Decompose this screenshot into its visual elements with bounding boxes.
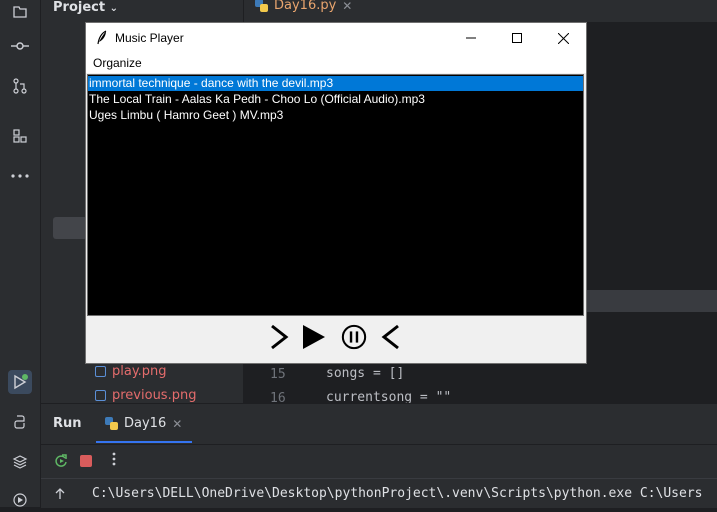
file-item[interactable]: play.png [95,364,167,379]
pause-button[interactable] [341,322,367,352]
close-icon[interactable]: ✕ [342,0,352,13]
title-bar[interactable]: Music Player [86,23,586,53]
tree-row-highlight[interactable] [53,217,87,239]
divider [41,478,717,479]
next-button[interactable] [266,322,292,352]
project-icon[interactable] [8,0,32,24]
file-item[interactable]: previous.png [95,388,196,403]
chevron-down-icon: ⌄ [109,3,118,14]
play-button[interactable] [301,322,327,352]
menu-organize[interactable]: Organize [93,56,142,70]
divider [41,444,717,445]
next-icon [271,324,289,350]
close-icon[interactable]: ✕ [172,417,182,431]
run-icon[interactable] [8,370,32,394]
editor-tab-label: Day16.py [274,0,337,13]
feather-icon [97,30,107,45]
editor-tab-day16[interactable]: Day16.py ✕ [255,0,352,13]
music-player-window: Music Player Organize immortal technique… [86,23,586,363]
playlist-item[interactable]: immortal technique - dance with the devi… [88,76,583,91]
caret-row-highlight [585,290,717,312]
more-icon[interactable] [8,164,32,188]
active-tab-indicator [96,441,192,443]
project-header[interactable]: Project ⌄ [53,0,118,15]
file-name: previous.png [112,388,197,403]
menu-bar: Organize [86,53,586,73]
player-controls [86,317,586,363]
playlist-item[interactable]: Uges Limbu ( Hamro Geet ) MV.mp3 [88,108,583,123]
more-vertical-icon[interactable] [112,452,116,470]
python-console-icon[interactable] [8,410,32,434]
minimize-icon [466,37,476,39]
services-icon[interactable] [8,488,32,512]
image-file-icon [95,390,106,401]
project-header-label: Project [53,0,106,15]
code-line[interactable]: songs = [] [326,366,404,381]
close-button[interactable] [540,23,586,53]
scroll-up-icon[interactable] [54,488,66,504]
run-panel-title: Run [53,416,82,431]
layers-icon[interactable] [8,450,32,474]
commit-icon[interactable] [8,34,32,58]
maximize-button[interactable] [494,23,540,53]
maximize-icon [512,33,522,43]
window-title: Music Player [115,31,184,45]
pull-request-icon[interactable] [8,74,32,98]
playlist[interactable]: immortal technique - dance with the devi… [87,74,584,316]
python-file-icon [105,417,118,430]
play-icon [303,325,325,349]
tool-window-strip [0,0,41,507]
playlist-item[interactable]: The Local Train - Aalas Ka Pedh - Choo L… [88,92,583,107]
run-tab-day16[interactable]: Day16 ✕ [105,416,182,431]
run-tab-label: Day16 [124,416,167,431]
previous-icon [381,324,399,350]
stop-icon[interactable] [80,455,92,467]
python-file-icon [255,0,268,12]
rerun-icon[interactable] [54,454,68,472]
console-output[interactable]: C:\Users\DELL\OneDrive\Desktop\pythonPro… [92,486,702,501]
minimize-button[interactable] [448,23,494,53]
close-icon [557,32,569,44]
line-number: 15 [270,367,286,382]
pause-icon [341,324,367,350]
image-file-icon [95,366,106,377]
structure-icon[interactable] [8,124,32,148]
file-name: play.png [112,364,167,379]
previous-button[interactable] [378,322,404,352]
